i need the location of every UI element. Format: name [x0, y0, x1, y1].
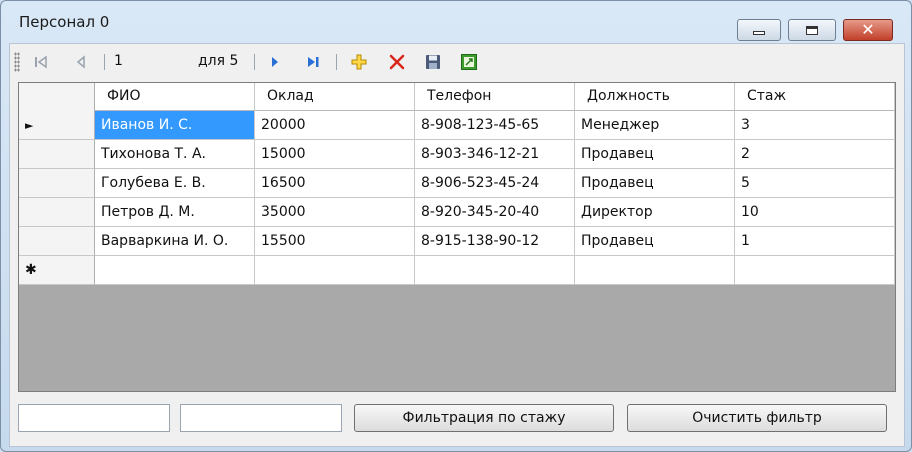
table-cell[interactable]: 5 [735, 169, 895, 198]
table-row[interactable]: Петров Д. М. 35000 8-920-345-20-40 Дирек… [19, 198, 895, 227]
table-cell[interactable]: 20000 [255, 111, 415, 140]
move-first-icon[interactable] [32, 53, 50, 71]
move-last-icon[interactable] [304, 53, 322, 71]
table-cell[interactable]: 8-906-523-45-24 [415, 169, 575, 198]
clear-filter-button[interactable]: Очистить фильтр [627, 404, 887, 432]
row-header[interactable]: ► [19, 111, 95, 140]
table-cell[interactable] [735, 256, 895, 285]
header-row: ФИО Оклад Телефон Должность Стаж [19, 83, 895, 112]
data-grid[interactable]: ФИО Оклад Телефон Должность Стаж ► Ивано… [18, 82, 896, 392]
table-cell[interactable]: 15500 [255, 227, 415, 256]
client-area: 1 для 5 ФИО Оклад Телефон Должность Стаж… [9, 43, 905, 447]
title-bar[interactable]: Персонал 0 ✕ [1, 1, 911, 41]
row-header[interactable] [19, 227, 95, 256]
table-cell[interactable]: 8-920-345-20-40 [415, 198, 575, 227]
add-icon[interactable] [350, 53, 368, 71]
table-row[interactable]: Тихонова Т. А. 15000 8-903-346-12-21 Про… [19, 140, 895, 169]
close-icon: ✕ [861, 20, 875, 39]
table-cell[interactable]: 1 [735, 227, 895, 256]
export-icon[interactable] [460, 53, 478, 71]
table-cell[interactable]: Менеджер [575, 111, 735, 140]
table-cell[interactable]: 2 [735, 140, 895, 169]
column-header[interactable]: ФИО [95, 83, 255, 111]
corner-header[interactable] [19, 83, 95, 112]
table-cell[interactable] [255, 256, 415, 285]
table-cell[interactable]: Директор [575, 198, 735, 227]
maximize-button[interactable] [788, 19, 836, 41]
table-cell[interactable]: 15000 [255, 140, 415, 169]
table-cell[interactable] [95, 256, 255, 285]
toolbar-separator [336, 54, 337, 70]
table-cell[interactable]: 35000 [255, 198, 415, 227]
table-cell[interactable]: Тихонова Т. А. [95, 140, 255, 169]
toolbar-separator [254, 54, 255, 70]
table-cell[interactable]: Продавец [575, 227, 735, 256]
table-cell[interactable]: 10 [735, 198, 895, 227]
table-row[interactable]: Голубева Е. В. 16500 8-906-523-45-24 Про… [19, 169, 895, 198]
count-label: для 5 [198, 53, 239, 69]
row-header[interactable] [19, 169, 95, 198]
table-cell[interactable]: Варваркина И. О. [95, 227, 255, 256]
main-window: Персонал 0 ✕ 1 для 5 ФИО Оклад Телефон Д… [0, 0, 912, 452]
position-field[interactable]: 1 [114, 53, 123, 69]
column-header[interactable]: Стаж [735, 83, 895, 111]
filter-input-1[interactable] [18, 404, 170, 432]
binding-navigator: 1 для 5 [10, 46, 904, 78]
delete-icon[interactable] [388, 53, 406, 71]
row-header[interactable] [19, 140, 95, 169]
minimize-icon [753, 31, 765, 35]
table-cell[interactable]: 8-903-346-12-21 [415, 140, 575, 169]
filter-by-experience-button[interactable]: Фильтрация по стажу [354, 404, 614, 432]
table-cell[interactable]: Иванов И. С. [95, 111, 255, 140]
row-header[interactable]: ✱ [19, 256, 95, 285]
current-row-icon: ► [25, 118, 34, 132]
minimize-button[interactable] [737, 19, 781, 41]
table-row[interactable]: ► Иванов И. С. 20000 8-908-123-45-65 Мен… [19, 111, 895, 140]
table-cell[interactable] [575, 256, 735, 285]
table-cell[interactable]: 3 [735, 111, 895, 140]
table-cell[interactable]: Голубева Е. В. [95, 169, 255, 198]
table-cell[interactable] [415, 256, 575, 285]
new-row[interactable]: ✱ [19, 256, 895, 285]
window-title: Персонал 0 [19, 13, 110, 31]
column-header[interactable]: Телефон [415, 83, 575, 111]
table-cell[interactable]: 8-915-138-90-12 [415, 227, 575, 256]
table-cell[interactable]: Продавец [575, 140, 735, 169]
table-cell[interactable]: Петров Д. М. [95, 198, 255, 227]
toolbar-grip[interactable] [14, 52, 20, 72]
table-cell[interactable]: 16500 [255, 169, 415, 198]
maximize-icon [806, 25, 818, 35]
table-cell[interactable]: Продавец [575, 169, 735, 198]
save-icon[interactable] [424, 53, 442, 71]
move-next-icon[interactable] [266, 53, 284, 71]
toolbar-separator [104, 54, 105, 70]
row-header[interactable] [19, 198, 95, 227]
column-header[interactable]: Должность [575, 83, 735, 111]
table-row[interactable]: Варваркина И. О. 15500 8-915-138-90-12 П… [19, 227, 895, 256]
table-cell[interactable]: 8-908-123-45-65 [415, 111, 575, 140]
new-row-icon: ✱ [25, 262, 37, 278]
column-header[interactable]: Оклад [255, 83, 415, 111]
filter-input-2[interactable] [180, 404, 342, 432]
close-button[interactable]: ✕ [843, 19, 893, 41]
move-previous-icon[interactable] [72, 53, 90, 71]
